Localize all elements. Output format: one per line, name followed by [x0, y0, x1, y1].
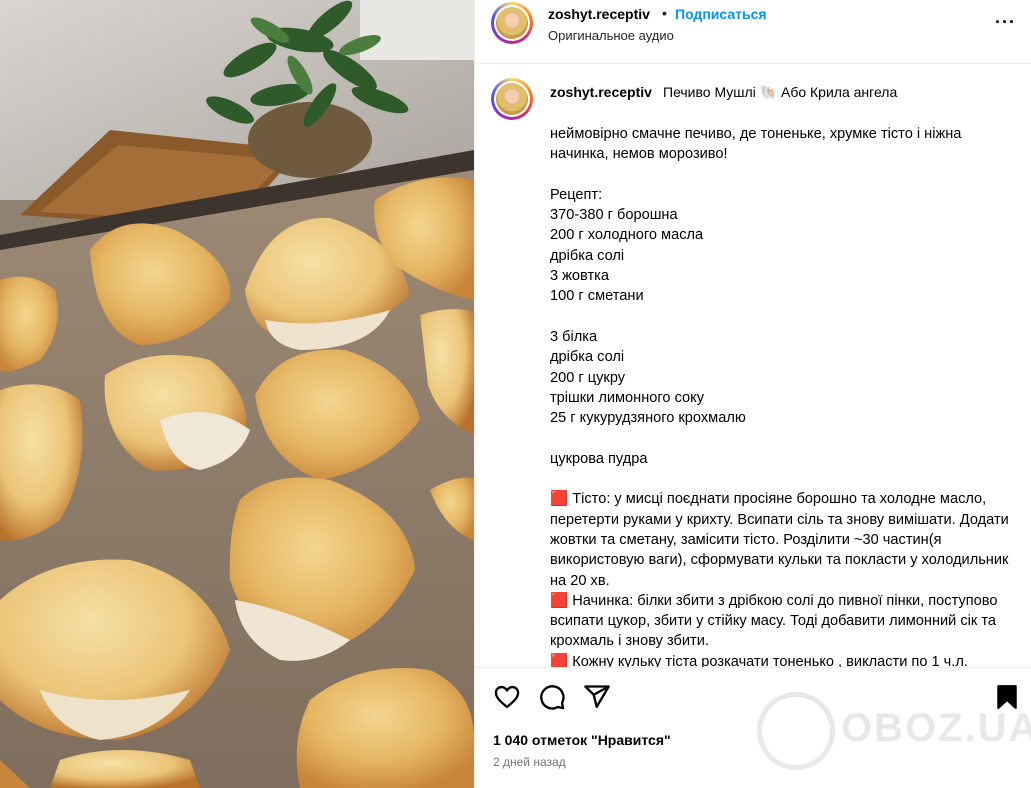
likes-count[interactable]: 1 040 отметок "Нравится" [493, 732, 671, 748]
heart-icon[interactable] [493, 683, 521, 711]
follow-button[interactable]: Подписаться [675, 6, 767, 22]
post-media[interactable] [0, 0, 474, 788]
watermark-text: OBOZ.UA [841, 706, 1031, 750]
post-panel: zoshyt.receptiv • Подписаться Оригинальн… [474, 0, 1031, 788]
share-icon[interactable] [583, 683, 611, 711]
comment-icon[interactable] [538, 683, 566, 711]
caption-text: неймовірно смачне печиво, де тоненьке, х… [550, 126, 1009, 667]
cookies-photo [0, 0, 474, 788]
caption-title: Печиво Мушлі 🐚 Або Крила ангела [663, 84, 898, 100]
post-date[interactable]: 2 дней назад [493, 755, 566, 769]
header-separator: • [662, 5, 667, 21]
avatar[interactable] [491, 2, 533, 44]
caption-area: zoshyt.receptiv Печиво Мушлі 🐚 Або Крила… [475, 64, 1031, 667]
more-horizontal-icon[interactable]: ··· [995, 12, 1016, 33]
action-bar: OBOZ.UA 1 040 отметок "Нравится" 2 дней … [475, 667, 1031, 788]
post-header: zoshyt.receptiv • Подписаться Оригинальн… [475, 0, 1031, 64]
audio-label[interactable]: Оригинальное аудио [548, 28, 674, 43]
header-username[interactable]: zoshyt.receptiv [548, 6, 650, 22]
watermark-logo-icon [757, 692, 835, 770]
watermark: OBOZ.UA [745, 688, 1031, 778]
caption-username[interactable]: zoshyt.receptiv [550, 84, 652, 100]
caption-avatar[interactable] [491, 78, 533, 120]
